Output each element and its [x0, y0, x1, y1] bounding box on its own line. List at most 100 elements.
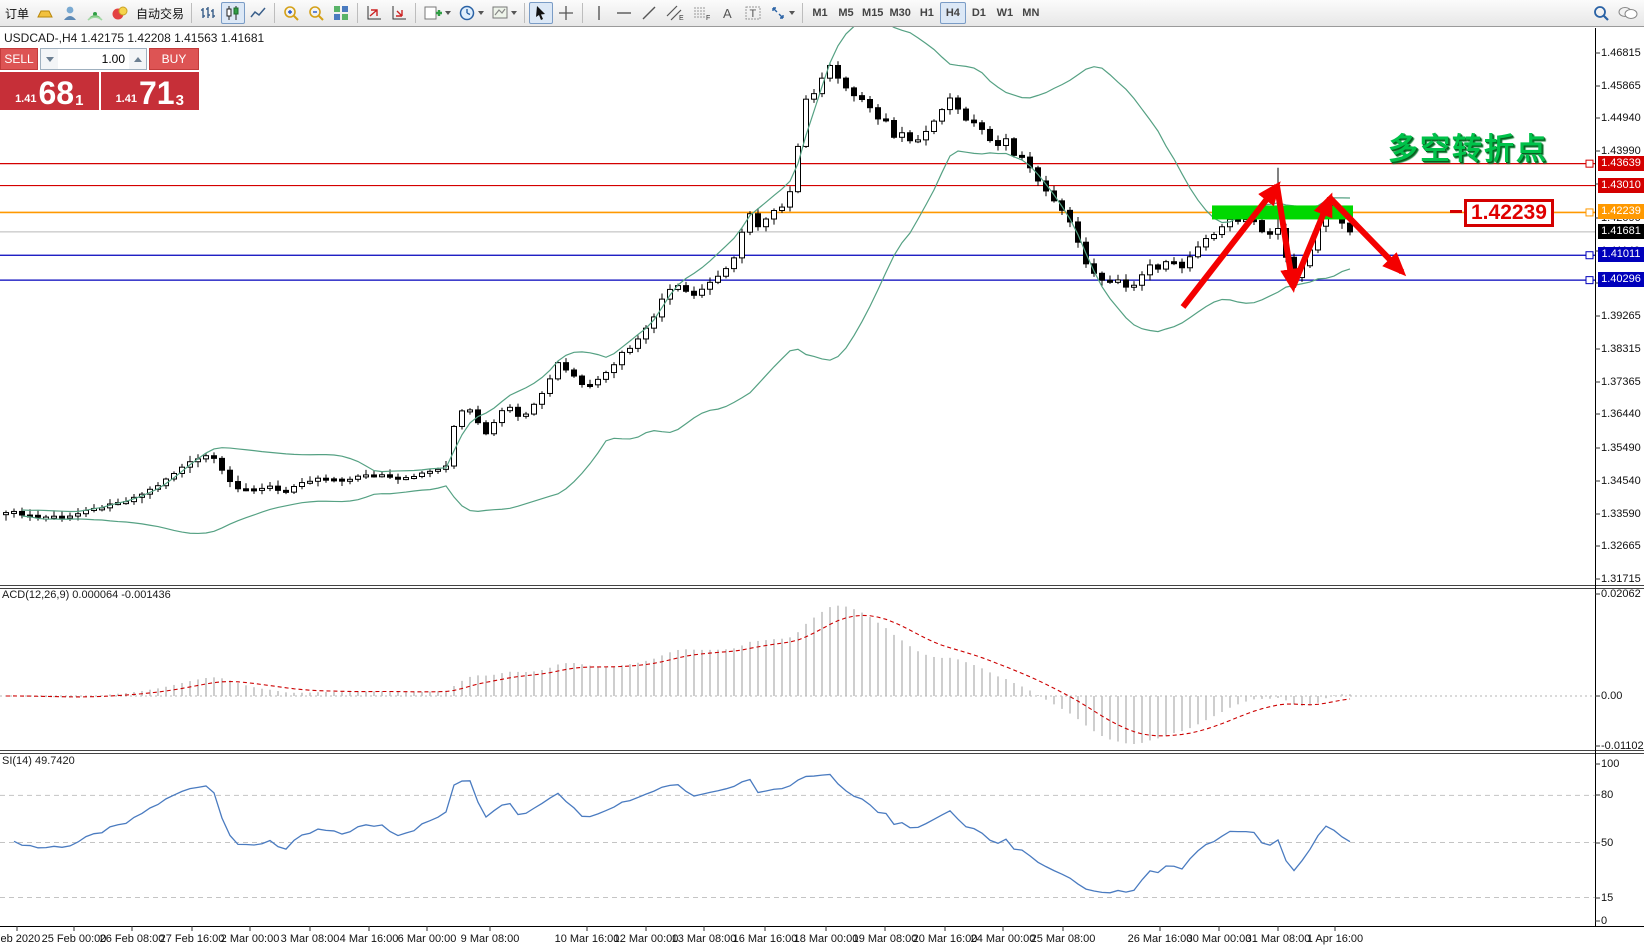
search-icon[interactable] [1589, 2, 1613, 24]
svg-text:T: T [750, 8, 757, 20]
dropdown-caret[interactable] [445, 11, 451, 15]
rsi-axis-label: 100 [1601, 758, 1619, 770]
text-tool-icon[interactable]: A [716, 2, 740, 24]
indicator-window-icon[interactable] [362, 2, 386, 24]
channel-tool-icon[interactable]: E [662, 2, 688, 24]
auto-trading-icon[interactable] [108, 2, 132, 24]
price-axis-label: 1.35490 [1601, 442, 1641, 454]
current-price-tag: 1.41681 [1598, 224, 1644, 239]
crosshair-tool-icon[interactable] [554, 2, 578, 24]
user-news-icon[interactable] [58, 2, 82, 24]
sell-price-pipette: 1 [75, 94, 83, 108]
timeframe-w1[interactable]: W1 [992, 2, 1018, 24]
separator [582, 3, 583, 23]
gold-ingot-icon[interactable] [33, 2, 57, 24]
volume-input[interactable] [58, 49, 129, 69]
triangle-up-icon [134, 57, 142, 62]
time-axis-label: 24 Mar 00:00 [971, 933, 1036, 945]
timeframe-m15[interactable]: M15 [859, 2, 886, 24]
time-axis-label: Feb 2020 [0, 933, 40, 945]
fibonacci-tool-icon[interactable]: F [689, 2, 715, 24]
separator [415, 3, 416, 23]
timeframe-m1[interactable]: M1 [807, 2, 833, 24]
arrows-tool-icon[interactable] [766, 2, 798, 24]
macd-axis-label: 0.02062 [1601, 588, 1641, 600]
template-icon[interactable] [488, 2, 520, 24]
one-click-trade-panel: SELL BUY 1.41681 1.41713 [0, 48, 199, 110]
indicator-list-icon[interactable] [387, 2, 411, 24]
rsi-axis-label: 0 [1601, 915, 1607, 927]
price-axis-label: 1.37365 [1601, 376, 1641, 388]
price-callout-box: 1.42239 [1464, 199, 1554, 227]
orders-label[interactable]: 订单 [2, 5, 32, 22]
zoom-in-icon[interactable] [279, 2, 303, 24]
mt4-window: { "toolbar": { "order_label": "订单", "aut… [0, 0, 1644, 952]
svg-text:E: E [679, 15, 684, 22]
auto-trading-label[interactable]: 自动交易 [133, 5, 187, 22]
volume-decrease-button[interactable] [41, 49, 58, 69]
buy-price-main: 71 [139, 78, 175, 108]
volume-stepper [40, 48, 147, 70]
time-axis-label: 25 Mar 08:00 [1031, 933, 1096, 945]
sell-quote[interactable]: 1.41681 [0, 72, 99, 110]
time-axis-label: 3 Mar 08:00 [281, 933, 340, 945]
trendline-tool-icon[interactable] [637, 2, 661, 24]
signal-icon[interactable] [83, 2, 107, 24]
cursor-tool-icon[interactable] [529, 2, 553, 24]
price-axis-label: 1.46815 [1601, 47, 1641, 59]
price-axis-label: 1.31715 [1601, 573, 1641, 585]
candlestick-chart-icon[interactable] [221, 2, 245, 24]
price-level-tag: 1.41011 [1598, 247, 1644, 262]
timeframe-h4[interactable]: H4 [940, 2, 966, 24]
horizontal-line-tool-icon[interactable] [612, 2, 636, 24]
symbol-ohlc-line: USDCAD-,H4 1.42175 1.42208 1.41563 1.416… [4, 31, 264, 45]
separator [274, 3, 275, 23]
callout-leader-dash [1450, 210, 1462, 213]
time-axis-label: 13 Mar 08:00 [672, 933, 737, 945]
timeframe-m30[interactable]: M30 [886, 2, 913, 24]
rsi-axis-label: 15 [1601, 892, 1613, 904]
tile-windows-icon[interactable] [329, 2, 353, 24]
sell-price-main: 68 [38, 78, 74, 108]
volume-increase-button[interactable] [129, 49, 146, 69]
dropdown-caret[interactable] [478, 11, 484, 15]
separator [524, 3, 525, 23]
time-axis-label: 25 Feb 00:00 [42, 933, 107, 945]
main-toolbar: 订单 自动交易 E F A T M1M5M15M30H1H4D1W1MN [0, 0, 1644, 27]
dropdown-caret[interactable] [511, 11, 517, 15]
separator [357, 3, 358, 23]
timeframe-h1[interactable]: H1 [914, 2, 940, 24]
time-axis-label: 18 Mar 00:00 [794, 933, 859, 945]
separator [191, 3, 192, 23]
time-axis-label: 16 Mar 16:00 [733, 933, 798, 945]
timeframe-group: M1M5M15M30H1H4D1W1MN [807, 2, 1044, 24]
dropdown-caret[interactable] [789, 11, 795, 15]
time-axis-label: 12 Mar 00:00 [614, 933, 679, 945]
text-label-tool-icon[interactable]: T [741, 2, 765, 24]
vertical-line-tool-icon[interactable] [587, 2, 611, 24]
zoom-out-icon[interactable] [304, 2, 328, 24]
time-axis-label: 30 Mar 00:00 [1187, 933, 1252, 945]
buy-button[interactable]: BUY [149, 48, 199, 70]
period-clock-icon[interactable] [455, 2, 487, 24]
price-axis-label: 1.36440 [1601, 408, 1641, 420]
timeframe-mn[interactable]: MN [1018, 2, 1044, 24]
price-level-tag: 1.43639 [1598, 156, 1644, 171]
price-axis-label: 1.33590 [1601, 508, 1641, 520]
buy-price-prefix: 1.41 [116, 93, 137, 105]
timeframe-m5[interactable]: M5 [833, 2, 859, 24]
turning-point-annotation: 多空转折点 [1388, 124, 1548, 168]
time-axis-label: 31 Mar 08:00 [1246, 933, 1311, 945]
new-order-icon[interactable] [420, 2, 454, 24]
rsi-axis-label: 50 [1601, 837, 1613, 849]
timeframe-d1[interactable]: D1 [966, 2, 992, 24]
chat-icon[interactable] [1614, 2, 1642, 24]
buy-quote[interactable]: 1.41713 [101, 72, 200, 110]
time-axis-label: 1 Apr 16:00 [1307, 933, 1363, 945]
line-chart-icon[interactable] [246, 2, 270, 24]
buy-price-pipette: 3 [176, 94, 184, 108]
bar-chart-icon[interactable] [196, 2, 220, 24]
price-axis-label: 1.45865 [1601, 80, 1641, 92]
sell-button[interactable]: SELL [0, 48, 38, 70]
time-axis-label: 6 Mar 00:00 [398, 933, 457, 945]
